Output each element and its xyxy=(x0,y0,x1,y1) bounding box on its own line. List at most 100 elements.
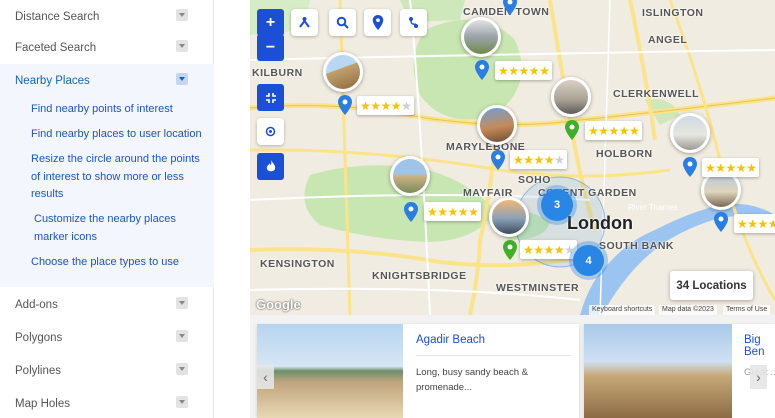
heat-icon[interactable] xyxy=(257,153,284,180)
star-icon: ★ xyxy=(498,63,509,78)
star-icon: ★ xyxy=(715,160,726,175)
map-marker-icon[interactable] xyxy=(338,95,352,115)
map-marker-icon[interactable] xyxy=(491,150,505,170)
sidebar-item-polygons[interactable]: Polygons xyxy=(0,321,214,354)
marker-cluster[interactable]: 4 xyxy=(573,245,604,276)
map-label-knightsbridge: KNIGHTSBRIDGE xyxy=(372,270,467,282)
place-photo[interactable] xyxy=(670,113,710,153)
keyboard-shortcuts-link[interactable]: Keyboard shortcuts xyxy=(589,305,656,315)
star-icon: ★ xyxy=(468,204,479,219)
place-photo[interactable] xyxy=(477,105,517,145)
sidebar-item-label: Add-ons xyxy=(15,298,58,311)
chevron-down-icon xyxy=(176,396,188,408)
chevron-down-icon xyxy=(176,40,188,52)
place-photo[interactable] xyxy=(461,17,501,57)
sidebar-item-label: Polygons xyxy=(15,331,63,344)
map-marker-icon[interactable] xyxy=(503,0,517,15)
star-icon: ★ xyxy=(360,98,371,113)
chevron-down-icon xyxy=(176,9,188,21)
sub-link-nearby-user[interactable]: Find nearby places to user location xyxy=(31,126,206,144)
place-photo[interactable] xyxy=(551,77,591,117)
map-label-kensington: KENSINGTON xyxy=(260,258,335,270)
zoom-in-button[interactable]: + xyxy=(257,9,284,36)
place-photo[interactable] xyxy=(323,52,363,92)
sidebar-item-faceted-search[interactable]: Faceted Search xyxy=(0,31,214,64)
place-card[interactable]: Big Ben Great ... xyxy=(584,324,775,418)
map-label-westminster: WESTMINSTER xyxy=(496,282,580,294)
map-label-clerkenwell: CLERKENWELL xyxy=(613,88,699,100)
star-icon: ★ xyxy=(767,216,775,231)
zoom-out-button[interactable]: − xyxy=(257,34,284,61)
sidebar-item-label: Polylines xyxy=(15,364,62,377)
carousel-prev-button[interactable]: ‹ xyxy=(257,365,274,389)
chevron-down-icon xyxy=(176,363,188,375)
sidebar-item-polylines[interactable]: Polylines xyxy=(0,354,214,387)
map-label-angel: ANGEL xyxy=(648,34,688,46)
star-icon: ★ xyxy=(725,160,737,175)
star-icon: ★ xyxy=(533,152,545,167)
place-card[interactable]: Agadir Beach Long, busy sandy beach & pr… xyxy=(257,324,579,418)
star-icon: ★ xyxy=(390,98,402,113)
terms-of-use-link[interactable]: Terms of Use xyxy=(723,305,771,315)
star-icon: ★ xyxy=(737,216,748,231)
sidebar-item-add-ons[interactable]: Add-ons xyxy=(0,288,214,321)
star-icon: ★ xyxy=(543,242,555,257)
star-icon: ★ xyxy=(554,152,565,167)
sidebar-item-nearby-places[interactable]: Nearby Places xyxy=(0,64,214,97)
star-icon: ★ xyxy=(598,123,609,138)
star-icon: ★ xyxy=(523,152,534,167)
star-icon: ★ xyxy=(746,160,757,175)
map-canvas[interactable]: CAMDEN TOWN ISLINGTON ANGEL KILBURN CLER… xyxy=(250,0,775,315)
map-marker-icon[interactable] xyxy=(503,240,517,260)
locate-icon[interactable] xyxy=(257,118,284,145)
star-icon: ★ xyxy=(588,123,599,138)
card-title[interactable]: Agadir Beach xyxy=(416,334,485,346)
star-rating: ★★★★★ xyxy=(702,158,760,177)
star-icon: ★ xyxy=(518,63,530,78)
star-icon: ★ xyxy=(528,63,540,78)
map-marker-icon[interactable] xyxy=(404,202,418,222)
sidebar-item-map-holes[interactable]: Map Holes xyxy=(0,387,214,418)
star-icon: ★ xyxy=(553,242,565,257)
card-description: Long, busy sandy beach & promenade... xyxy=(416,367,528,393)
place-photo[interactable] xyxy=(489,197,529,237)
sub-link-place-types[interactable]: Choose the place types to use xyxy=(31,254,206,272)
star-icon: ★ xyxy=(457,204,469,219)
carousel-next-button[interactable]: › xyxy=(750,365,767,389)
fullscreen-icon[interactable] xyxy=(257,84,284,111)
star-rating: ★★★★★ xyxy=(424,202,482,221)
star-rating: ★★★★★ xyxy=(734,214,775,233)
location-pin-icon[interactable] xyxy=(364,9,391,36)
map-label-kilburn: KILBURN xyxy=(252,67,303,79)
map-marker-icon[interactable] xyxy=(683,157,697,177)
place-photo[interactable] xyxy=(390,156,430,196)
vehicle-icon[interactable] xyxy=(291,9,318,36)
map-marker-icon[interactable] xyxy=(475,60,489,80)
map-marker-icon[interactable] xyxy=(714,212,728,232)
star-icon: ★ xyxy=(539,63,550,78)
card-divider xyxy=(416,355,571,356)
star-icon: ★ xyxy=(735,160,747,175)
sidebar-item-label: Nearby Places xyxy=(15,74,90,87)
map-marker-icon[interactable] xyxy=(565,120,579,140)
card-title[interactable]: Big Ben xyxy=(744,334,775,358)
search-icon[interactable] xyxy=(329,9,356,36)
star-icon: ★ xyxy=(608,123,620,138)
sub-link-nearby-poi[interactable]: Find nearby points of interest xyxy=(31,101,206,119)
sidebar-item-label: Faceted Search xyxy=(15,41,97,54)
star-icon: ★ xyxy=(705,160,716,175)
sidebar-item-label: Map Holes xyxy=(15,397,70,410)
map-label-soho: SOHO xyxy=(518,174,551,186)
star-icon: ★ xyxy=(447,204,459,219)
marker-cluster[interactable]: 3 xyxy=(541,189,573,221)
star-rating: ★★★★★ xyxy=(357,96,415,115)
route-icon[interactable] xyxy=(400,9,427,36)
locations-count: 34 Locations xyxy=(670,271,753,300)
sub-link-customize-icons[interactable]: Customize the nearby places marker icons xyxy=(34,211,194,246)
map-data-attribution: Map data ©2023 xyxy=(659,305,717,315)
star-rating: ★★★★★ xyxy=(495,61,553,80)
sidebar-item-label: Distance Search xyxy=(15,10,100,23)
sub-link-resize-circle[interactable]: Resize the circle around the points of i… xyxy=(31,151,206,204)
sidebar-item-distance-search[interactable]: Distance Search xyxy=(0,0,214,33)
star-icon: ★ xyxy=(401,98,412,113)
